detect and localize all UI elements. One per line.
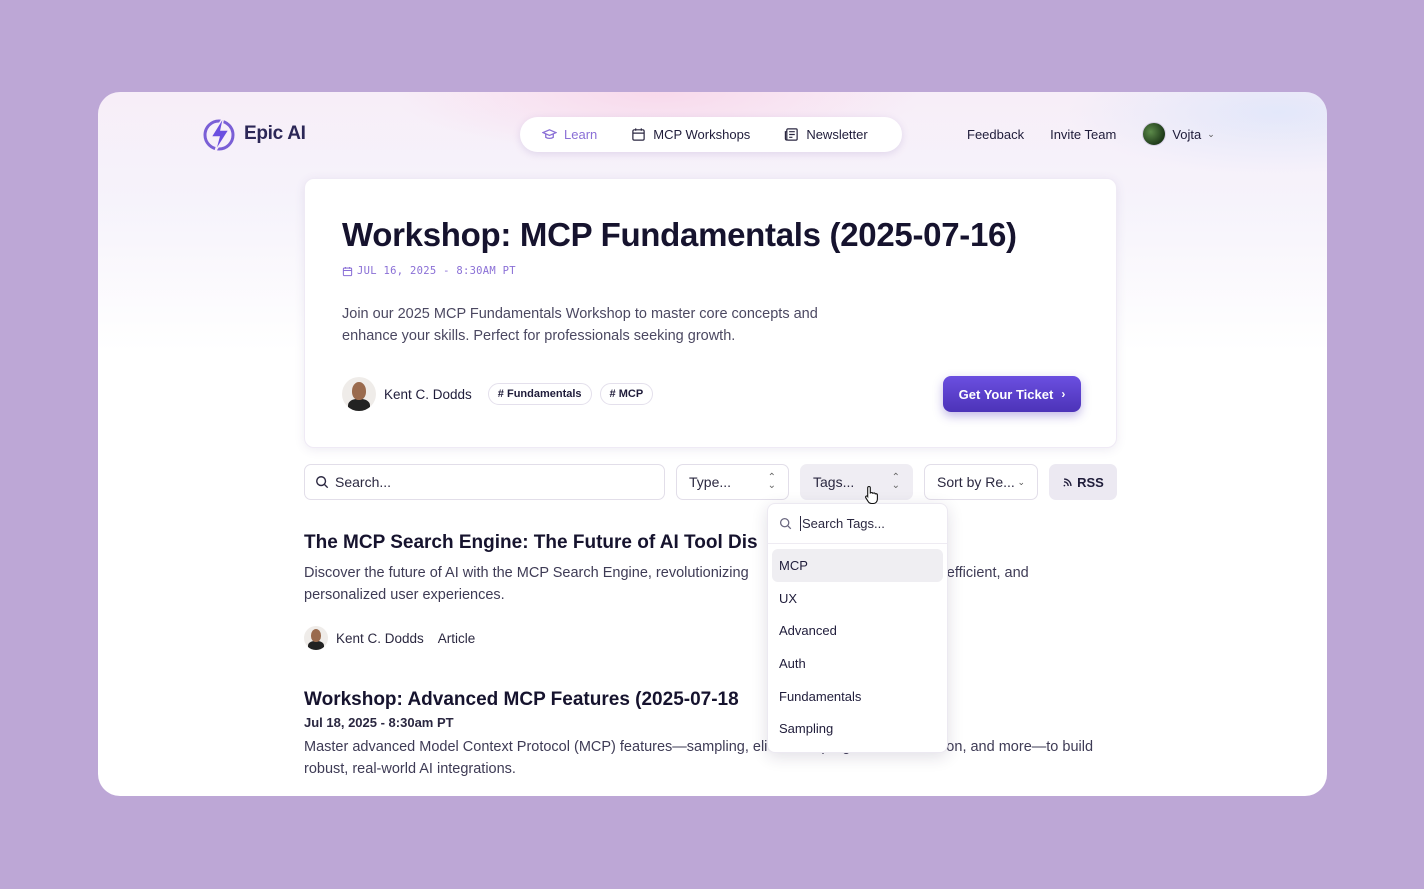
invite-team-link[interactable]: Invite Team	[1050, 127, 1116, 142]
author-name[interactable]: Kent C. Dodds	[336, 631, 424, 646]
chevron-down-icon: ⌄	[1207, 128, 1215, 139]
chevron-up-down-icon: ⌃ ⌄	[767, 472, 776, 491]
hand-pointer-icon	[865, 485, 878, 505]
author-name[interactable]: Kent C. Dodds	[384, 387, 472, 402]
search-icon	[779, 517, 792, 530]
type-select-label: Type...	[689, 474, 732, 490]
nav-item-mcp-workshops[interactable]: MCP Workshops	[631, 127, 750, 142]
chevron-right-icon: ›	[1061, 387, 1066, 401]
list-item-description-part: Discover the future of AI with the MCP S…	[304, 565, 749, 581]
list-item: Workshop: Advanced MCP Features (2025-07…	[304, 689, 1118, 780]
get-ticket-label: Get Your Ticket	[958, 386, 1054, 402]
avatar	[1142, 122, 1167, 146]
search-input[interactable]: Search...	[304, 464, 665, 500]
nav-item-learn[interactable]: Learn	[542, 127, 597, 142]
tag-option-fundamentals[interactable]: Fundamentals	[772, 680, 943, 713]
featured-description: Join our 2025 MCP Fundamentals Workshop …	[342, 306, 818, 344]
nav-item-label: MCP Workshops	[653, 127, 751, 142]
text-caret	[800, 516, 801, 531]
nav-item-newsletter[interactable]: Newsletter	[784, 127, 868, 142]
chevron-up-down-icon: ⌃ ⌄	[891, 472, 900, 491]
tag-option-ux[interactable]: UX	[772, 582, 943, 615]
list-item-description: Master advanced Model Context Protocol (…	[304, 739, 1094, 777]
graduation-cap-icon	[542, 129, 557, 140]
filter-bar: Search... Type... ⌃ ⌄ Tags... ⌃ ⌄ Sort by …	[304, 464, 1118, 500]
nav-item-label: Newsletter	[806, 127, 868, 142]
featured-date-text: JUL 16, 2025 - 8:30AM PT	[357, 265, 516, 277]
list-item-description-tail: , efficient, and	[938, 565, 1029, 581]
sort-select[interactable]: Sort by Re... ⌄	[924, 464, 1038, 500]
author-avatar	[342, 377, 376, 411]
sort-select-label: Sort by Re...	[937, 474, 1015, 490]
list-item-description-line2: personalized user experiences.	[304, 587, 505, 603]
author-avatar	[304, 626, 328, 650]
tag-chip-fundamentals[interactable]: # Fundamentals	[487, 383, 592, 405]
search-icon	[316, 476, 329, 489]
tag-option-auth[interactable]: Auth	[772, 647, 943, 680]
tags-select-label: Tags...	[813, 474, 855, 490]
newspaper-icon	[785, 128, 799, 141]
get-ticket-button[interactable]: Get Your Ticket ›	[943, 376, 1081, 412]
logo-text: Epic AI	[244, 123, 306, 144]
app-window: Epic AI Learn MCP Workshops Newsletter F…	[98, 92, 1327, 796]
tags-select[interactable]: Tags... ⌃ ⌄	[800, 464, 913, 500]
tags-dropdown: Search Tags... MCP UX Advanced Auth Fund…	[767, 503, 948, 753]
logo[interactable]: Epic AI	[202, 114, 306, 154]
featured-date: JUL 16, 2025 - 8:30AM PT	[342, 265, 516, 277]
feedback-link[interactable]: Feedback	[967, 127, 1024, 142]
type-select[interactable]: Type... ⌃ ⌄	[676, 464, 789, 500]
user-name: Vojta	[1172, 126, 1202, 142]
tags-option-list: MCP UX Advanced Auth Fundamentals Sampli…	[768, 544, 947, 750]
featured-title[interactable]: Workshop: MCP Fundamentals (2025-07-16)	[342, 216, 1017, 254]
tag-option-sampling[interactable]: Sampling	[772, 712, 943, 745]
tag-option-advanced[interactable]: Advanced	[772, 614, 943, 647]
rss-label: RSS	[1077, 474, 1104, 490]
calendar-icon	[632, 128, 645, 141]
tag-chip-mcp[interactable]: # MCP	[599, 383, 654, 405]
user-menu[interactable]: Vojta ⌄	[1142, 122, 1215, 146]
header-actions: Feedback Invite Team Vojta ⌄	[967, 122, 1215, 146]
lightning-logo-icon	[203, 115, 235, 153]
main-nav: Learn MCP Workshops Newsletter	[520, 117, 902, 152]
list-item-description: Discover the future of AI with the MCP S…	[304, 562, 1118, 606]
calendar-icon	[342, 266, 353, 276]
list-item-date: Jul 18, 2025 - 8:30am PT	[304, 715, 454, 730]
list-item-title[interactable]: The MCP Search Engine: The Future of AI …	[304, 532, 1118, 554]
list-item: The MCP Search Engine: The Future of AI …	[304, 532, 1118, 650]
list-item-title[interactable]: Workshop: Advanced MCP Features (2025-07…	[304, 689, 1118, 711]
content-type: Article	[437, 630, 476, 646]
tag-option-mcp[interactable]: MCP	[772, 549, 943, 582]
rss-icon	[1063, 477, 1072, 486]
featured-meta: Kent C. Dodds # Fundamentals # MCP	[342, 377, 654, 411]
featured-workshop-card: Workshop: MCP Fundamentals (2025-07-16) …	[304, 178, 1117, 448]
tags-search-input[interactable]: Search Tags...	[768, 504, 947, 544]
search-placeholder: Search...	[335, 474, 392, 490]
rss-button[interactable]: RSS	[1049, 464, 1117, 500]
chevron-down-icon: ⌄	[1017, 476, 1025, 487]
tags-search-placeholder: Search Tags...	[802, 516, 885, 531]
list-item-meta: Kent C. Dodds Article	[304, 626, 1118, 650]
nav-item-label: Learn	[564, 127, 598, 142]
